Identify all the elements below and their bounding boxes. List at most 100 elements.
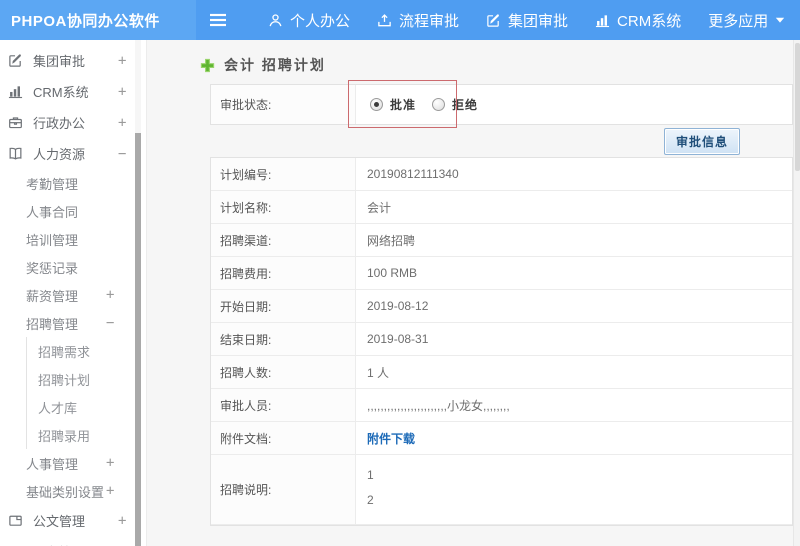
field-value: 2019-08-31	[367, 332, 429, 346]
field-row: 附件文档: 附件下载	[211, 422, 792, 455]
field-label: 计划编号:	[211, 158, 356, 190]
field-value: 100 RMB	[367, 266, 418, 280]
button-row: 审批信息	[210, 126, 793, 157]
sidebar-item[interactable]: 招聘需求	[0, 337, 146, 365]
expander-icon[interactable]: +	[118, 76, 126, 107]
radio-option[interactable]: 批准	[370, 96, 416, 113]
sidebar: 集团审批 + CRM系统 + 行政办公 + 人力资源 − 考勤管理 人事合同 培…	[0, 40, 147, 546]
field-label: 招聘人数:	[211, 356, 356, 388]
sidebar-item[interactable]: 招聘录用	[0, 421, 146, 449]
field-row: 招聘人数: 1 人	[211, 356, 792, 389]
field-row: 招聘说明: 1 2	[211, 455, 792, 525]
expander-icon[interactable]: +	[118, 107, 126, 138]
expander-icon[interactable]: −	[106, 309, 114, 337]
sidebar-item-label: 奖惩记录	[26, 260, 79, 276]
field-label: 审批人员:	[211, 389, 356, 421]
sidebar-item[interactable]: 人才库	[0, 393, 146, 421]
nav-item[interactable]: 流程审批	[377, 10, 459, 31]
briefcase-icon	[8, 115, 25, 130]
expander-icon[interactable]: +	[118, 536, 126, 546]
sidebar-item-label: 人才库	[38, 400, 78, 416]
attachment-download-link[interactable]: 附件下载	[356, 422, 792, 454]
page-scrollbar-thumb[interactable]	[795, 43, 800, 171]
add-icon	[200, 58, 215, 73]
sidebar-item[interactable]: 招聘管理 −	[0, 309, 146, 337]
radio-button-icon[interactable]	[432, 98, 446, 111]
sidebar-item[interactable]: 用车管理 +	[0, 536, 146, 546]
field-label: 招聘费用:	[211, 257, 356, 289]
sidebar-item-label: 薪资管理	[26, 288, 79, 304]
sidebar-item[interactable]: 招聘计划	[0, 365, 146, 393]
expander-icon[interactable]: +	[118, 505, 126, 536]
sidebar-item-label: 培训管理	[26, 232, 79, 248]
sidebar-item-label: 人事管理	[26, 456, 79, 472]
field-value: 1 2	[367, 468, 374, 507]
field-value: 1 人	[367, 365, 390, 380]
field-label: 招聘渠道:	[211, 224, 356, 256]
expander-icon[interactable]: +	[106, 281, 114, 309]
field-row: 招聘费用: 100 RMB	[211, 257, 792, 290]
field-label: 结束日期:	[211, 323, 356, 355]
sidebar-item[interactable]: 人事合同	[0, 197, 146, 225]
approval-info-button[interactable]: 审批信息	[663, 128, 740, 155]
field-value: 会计	[367, 200, 392, 215]
field-row: 招聘渠道: 网络招聘	[211, 224, 792, 257]
radio-option[interactable]: 拒绝	[432, 96, 478, 113]
sidebar-item[interactable]: 行政办公 +	[0, 107, 146, 138]
menu-toggle-icon[interactable]	[209, 13, 227, 27]
approval-status-panel: 审批状态: 批准 拒绝	[210, 84, 793, 125]
nav-item[interactable]: 个人办公	[268, 10, 350, 31]
sidebar-item[interactable]: 培训管理	[0, 225, 146, 253]
page-scrollbar-track[interactable]	[793, 40, 800, 546]
nav-item-label: 流程审批	[399, 12, 460, 30]
top-menu: 个人办公 流程审批 集团审批 CRM系统 更多应用	[241, 10, 785, 31]
field-label: 招聘说明:	[211, 455, 356, 524]
caret-down-icon	[775, 16, 785, 24]
nav-item[interactable]: CRM系统	[595, 10, 681, 31]
expander-icon[interactable]: +	[106, 477, 114, 505]
sidebar-item-label: 人事合同	[26, 204, 79, 220]
expander-icon[interactable]: +	[118, 45, 126, 76]
sidebar-item[interactable]: CRM系统 +	[0, 76, 146, 107]
process-icon	[377, 13, 392, 28]
field-value: ,,,,,,,,,,,,,,,,,,,,,,,,小龙女,,,,,,,,	[367, 398, 510, 413]
field-value: 20190812111340	[367, 167, 459, 181]
field-label: 开始日期:	[211, 290, 356, 322]
edit-icon	[8, 53, 25, 68]
field-row: 计划编号: 20190812111340	[211, 158, 792, 191]
nav-item-label: 集团审批	[508, 12, 569, 30]
main-content: 会计 招聘计划 审批状态: 批准 拒绝 审批信息 计划编号: 201908121…	[147, 40, 800, 546]
sidebar-item-label: CRM系统	[33, 85, 89, 100]
field-label: 计划名称:	[211, 191, 356, 223]
sidebar-item[interactable]: 人事管理 +	[0, 449, 146, 477]
nav-item[interactable]: 更多应用	[708, 10, 785, 31]
sidebar-item[interactable]: 考勤管理	[0, 169, 146, 197]
expander-icon[interactable]: −	[118, 138, 126, 169]
expander-icon[interactable]: +	[106, 449, 114, 477]
sidebar-item[interactable]: 公文管理 +	[0, 505, 146, 536]
sidebar-item-label: 考勤管理	[26, 176, 79, 192]
chart-icon	[595, 13, 610, 28]
page-title: 会计 招聘计划	[200, 55, 326, 75]
page-title-text: 会计 招聘计划	[224, 57, 326, 73]
field-value: 2019-08-12	[367, 299, 429, 313]
chart-icon	[8, 84, 25, 99]
sidebar-item[interactable]: 薪资管理 +	[0, 281, 146, 309]
field-row: 开始日期: 2019-08-12	[211, 290, 792, 323]
sidebar-item[interactable]: 奖惩记录	[0, 253, 146, 281]
app-logo[interactable]: PHPOA协同办公软件	[0, 0, 196, 40]
book-icon	[8, 146, 25, 161]
field-row: 计划名称: 会计	[211, 191, 792, 224]
content-area: 会计 招聘计划 审批状态: 批准 拒绝 审批信息 计划编号: 201908121…	[147, 40, 793, 546]
approval-status-label: 审批状态:	[211, 85, 356, 124]
sidebar-item[interactable]: 基础类别设置 +	[0, 477, 146, 505]
radio-option-label: 批准	[390, 98, 417, 112]
sidebar-item-label: 招聘计划	[38, 372, 91, 388]
edit-icon	[486, 13, 501, 28]
sidebar-scrollbar-thumb[interactable]	[135, 133, 141, 546]
radio-button-icon[interactable]	[370, 98, 383, 111]
user-icon	[268, 13, 283, 28]
sidebar-item[interactable]: 人力资源 −	[0, 138, 146, 169]
nav-item[interactable]: 集团审批	[486, 10, 568, 31]
sidebar-item[interactable]: 集团审批 +	[0, 45, 146, 76]
